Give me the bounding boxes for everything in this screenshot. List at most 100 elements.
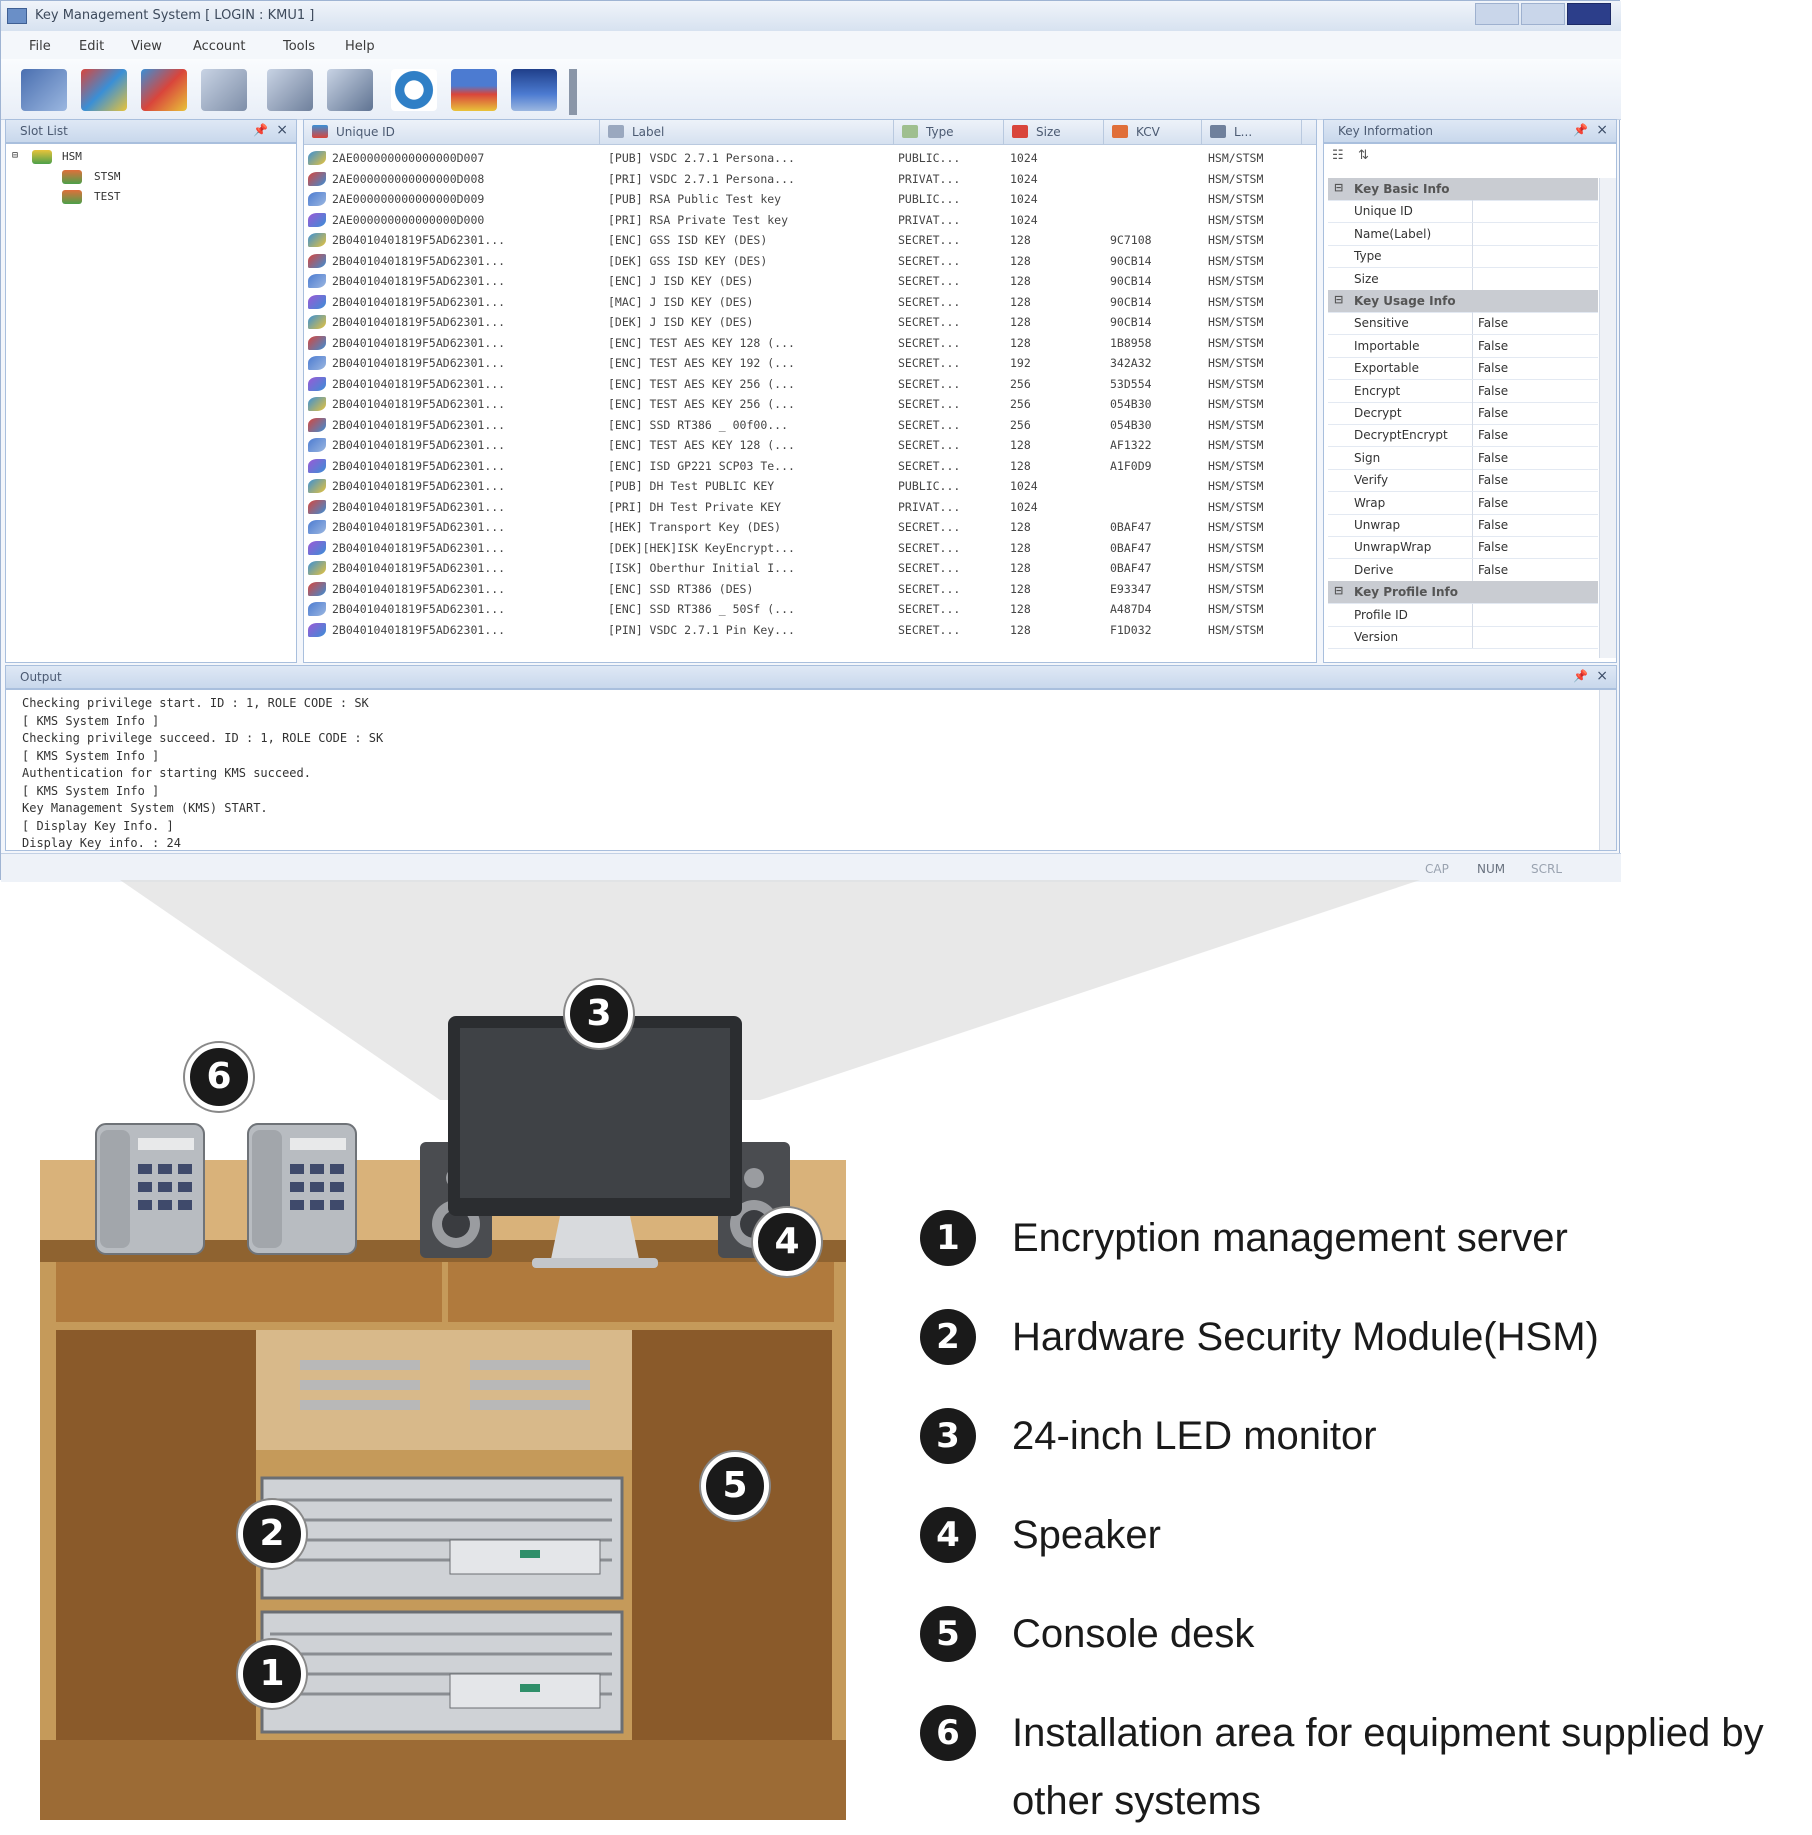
close-button[interactable] bbox=[1567, 3, 1611, 25]
maximize-button[interactable] bbox=[1521, 3, 1565, 25]
property-row[interactable]: Decrypt False bbox=[1328, 402, 1598, 425]
menu-tools[interactable]: Tools bbox=[283, 39, 315, 54]
col-unique-id[interactable]: Unique ID bbox=[304, 120, 600, 144]
table-row[interactable]: 2B04010401819F5AD62301... [DEK] GSS ISD K… bbox=[304, 251, 1316, 271]
close-icon[interactable]: × bbox=[276, 122, 288, 138]
log-line: Checking privilege succeed. ID : 1, ROLE… bbox=[22, 731, 384, 745]
table-row[interactable]: 2B04010401819F5AD62301... [ENC] SSD RT386… bbox=[304, 579, 1316, 599]
table-row[interactable]: 2B04010401819F5AD62301... [DEK][HEK]ISK K… bbox=[304, 538, 1316, 558]
cell-kcv: 0BAF47 bbox=[1110, 561, 1152, 575]
property-row[interactable]: Sign False bbox=[1328, 446, 1598, 470]
cell-label: [ENC] TEST AES KEY 128 (... bbox=[608, 438, 795, 452]
table-row[interactable]: 2B04010401819F5AD62301... [ENC] TEST AES … bbox=[304, 333, 1316, 353]
property-row[interactable]: Profile ID bbox=[1328, 603, 1598, 627]
property-row[interactable]: Version bbox=[1328, 626, 1598, 649]
tree-root-hsm[interactable]: HSM bbox=[62, 150, 82, 163]
search-key-icon[interactable] bbox=[201, 69, 247, 111]
key-icon bbox=[308, 151, 326, 165]
col-kcv[interactable]: KCV bbox=[1104, 120, 1202, 144]
collapse-icon[interactable]: ⊟ bbox=[1334, 584, 1343, 597]
pin-icon[interactable]: 📌 bbox=[1573, 669, 1588, 683]
table-row[interactable]: 2B04010401819F5AD62301... [PIN] VSDC 2.7.… bbox=[304, 620, 1316, 640]
property-row[interactable]: Verify False bbox=[1328, 469, 1598, 493]
menu-help[interactable]: Help bbox=[345, 39, 375, 54]
property-value: False bbox=[1478, 338, 1509, 353]
tree-item-test[interactable]: TEST bbox=[94, 190, 121, 203]
import-key-icon[interactable] bbox=[141, 69, 187, 111]
col-location[interactable]: L... bbox=[1202, 120, 1302, 144]
column-divider bbox=[1472, 491, 1473, 514]
table-row[interactable]: 2B04010401819F5AD62301... [PUB] DH Test P… bbox=[304, 476, 1316, 496]
categorized-icon[interactable]: ☷ bbox=[1332, 148, 1344, 163]
close-icon[interactable]: × bbox=[1596, 122, 1608, 138]
sort-icon[interactable]: ⇅ bbox=[1358, 148, 1369, 163]
table-row[interactable]: 2AE000000000000000D009 [PUB] RSA Public T… bbox=[304, 189, 1316, 209]
table-row[interactable]: 2B04010401819F5AD62301... [MAC] J ISD KEY… bbox=[304, 292, 1316, 312]
property-row[interactable]: Exportable False bbox=[1328, 357, 1598, 381]
menu-file[interactable]: File bbox=[29, 39, 51, 54]
generate-key-icon[interactable] bbox=[81, 69, 127, 111]
property-row[interactable]: Type bbox=[1328, 245, 1598, 269]
table-row[interactable]: 2B04010401819F5AD62301... [HEK] Transport… bbox=[304, 517, 1316, 537]
property-row[interactable]: Encrypt False bbox=[1328, 379, 1598, 403]
table-row[interactable]: 2AE000000000000000D008 [PRI] VSDC 2.7.1 P… bbox=[304, 169, 1316, 189]
collapse-icon[interactable]: ⊟ bbox=[1334, 293, 1343, 306]
cell-id: 2B04010401819F5AD62301... bbox=[332, 581, 506, 596]
pin-icon[interactable]: 📌 bbox=[1573, 123, 1588, 137]
col-label-text: Size bbox=[1036, 125, 1061, 139]
key-icon bbox=[308, 294, 326, 309]
table-row[interactable]: 2B04010401819F5AD62301... [ENC] GSS ISD K… bbox=[304, 230, 1316, 250]
property-row[interactable]: Unique ID bbox=[1328, 200, 1598, 224]
menu-account[interactable]: Account bbox=[193, 39, 246, 54]
table-row[interactable]: 2AE000000000000000D007 [PUB] VSDC 2.7.1 P… bbox=[304, 148, 1316, 168]
monitor-icon[interactable] bbox=[511, 69, 557, 111]
property-row[interactable]: DecryptEncrypt False bbox=[1328, 424, 1598, 448]
col-size[interactable]: Size bbox=[1004, 120, 1104, 144]
property-row[interactable]: UnwrapWrap False bbox=[1328, 536, 1598, 560]
property-category[interactable]: Key Profile Info ⊟ bbox=[1328, 581, 1598, 605]
cell-kcv: 0BAF47 bbox=[1110, 520, 1152, 534]
col-type[interactable]: Type bbox=[894, 120, 1004, 144]
expand-icon[interactable]: ⊟ bbox=[12, 150, 18, 161]
toolbar-grip[interactable] bbox=[569, 69, 577, 115]
login-icon[interactable] bbox=[21, 69, 67, 111]
close-icon[interactable]: × bbox=[1596, 668, 1608, 684]
property-row[interactable]: Importable False bbox=[1328, 334, 1598, 358]
table-row[interactable]: 2B04010401819F5AD62301... [ENC] TEST AES … bbox=[304, 435, 1316, 455]
key-info-scrollbar[interactable] bbox=[1599, 178, 1616, 658]
table-row[interactable]: 2B04010401819F5AD62301... [ENC] SSD RT386… bbox=[304, 599, 1316, 619]
property-row[interactable]: Size bbox=[1328, 267, 1598, 291]
menu-edit[interactable]: Edit bbox=[79, 39, 104, 54]
collapse-icon[interactable]: ⊟ bbox=[1334, 181, 1343, 194]
property-row[interactable]: Sensitive False bbox=[1328, 312, 1598, 336]
menu-view[interactable]: View bbox=[131, 39, 162, 54]
col-label[interactable]: Label bbox=[600, 120, 894, 144]
property-row[interactable]: Unwrap False bbox=[1328, 514, 1598, 537]
report-icon[interactable] bbox=[451, 69, 497, 111]
refresh-icon[interactable] bbox=[391, 69, 437, 111]
table-row[interactable]: 2B04010401819F5AD62301... [ENC] TEST AES … bbox=[304, 394, 1316, 414]
table-row[interactable]: 2B04010401819F5AD62301... [ISK] Oberthur … bbox=[304, 558, 1316, 578]
property-row[interactable]: Wrap False bbox=[1328, 491, 1598, 515]
property-category[interactable]: Key Usage Info ⊟ bbox=[1328, 290, 1598, 313]
table-row[interactable]: 2B04010401819F5AD62301... [DEK] J ISD KEY… bbox=[304, 312, 1316, 332]
table-row[interactable]: 2B04010401819F5AD62301... [ENC] SSD RT386… bbox=[304, 415, 1316, 435]
table-row[interactable]: 2B04010401819F5AD62301... [PRI] DH Test P… bbox=[304, 497, 1316, 517]
property-row[interactable]: Name(Label) bbox=[1328, 222, 1598, 246]
cell-loc: HSM/STSM bbox=[1208, 212, 1264, 227]
cell-label: [PRI] VSDC 2.7.1 Persona... bbox=[608, 171, 795, 186]
zoom-in-icon[interactable] bbox=[327, 69, 373, 111]
table-row[interactable]: 2AE000000000000000D000 [PRI] RSA Private … bbox=[304, 210, 1316, 230]
output-scrollbar[interactable] bbox=[1599, 690, 1616, 850]
tree-item-stsm[interactable]: STSM bbox=[94, 170, 121, 183]
pin-icon[interactable]: 📌 bbox=[253, 123, 268, 137]
property-row[interactable]: Derive False bbox=[1328, 558, 1598, 582]
table-row[interactable]: 2B04010401819F5AD62301... [ENC] TEST AES … bbox=[304, 353, 1316, 373]
minimize-button[interactable] bbox=[1475, 3, 1519, 25]
zoom-out-icon[interactable] bbox=[267, 69, 313, 111]
table-row[interactable]: 2B04010401819F5AD62301... [ENC] ISD GP221… bbox=[304, 456, 1316, 476]
cell-label: [PUB] DH Test PUBLIC KEY bbox=[608, 479, 775, 493]
property-category[interactable]: Key Basic Info ⊟ bbox=[1328, 178, 1598, 201]
table-row[interactable]: 2B04010401819F5AD62301... [ENC] TEST AES … bbox=[304, 374, 1316, 394]
table-row[interactable]: 2B04010401819F5AD62301... [ENC] J ISD KEY… bbox=[304, 271, 1316, 291]
